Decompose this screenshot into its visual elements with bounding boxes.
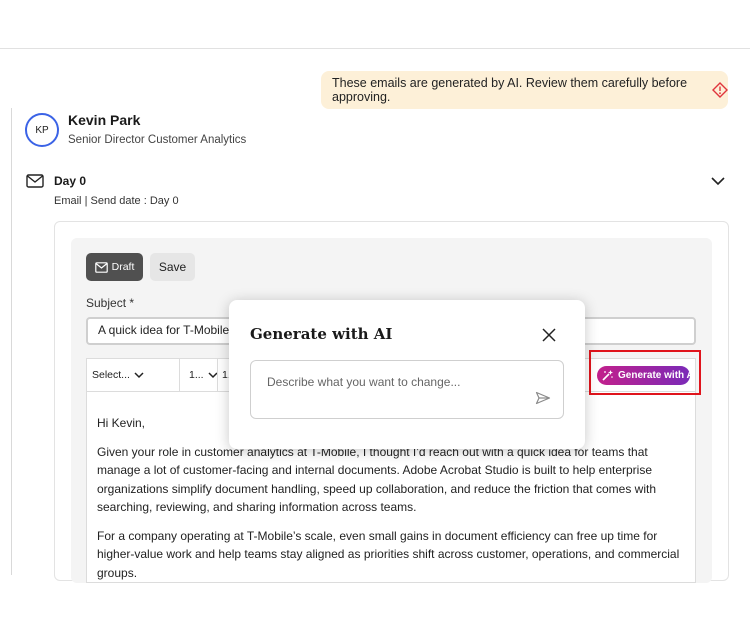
chevron-down-icon[interactable] [710,174,726,188]
font-family-value: 1... [189,369,204,381]
send-icon[interactable] [535,391,551,405]
mail-icon [26,174,44,188]
timeline-rail [11,108,12,575]
generate-with-ai-modal: Generate with AI [229,300,585,449]
step-channel: Email [54,195,82,207]
avatar-initials: KP [35,124,49,136]
required-mark: * [129,296,135,310]
avatar: KP [25,113,59,147]
highlight-box [589,350,701,395]
paragraph-style-value: Select... [92,369,130,381]
save-button[interactable]: Save [150,253,195,281]
modal-title: Generate with AI [250,325,393,343]
font-family-select[interactable]: 1... [189,359,218,391]
draft-label: Draft [111,261,135,273]
draft-status-button[interactable]: Draft [86,253,143,281]
paragraph-style-select[interactable]: Select... [92,359,144,391]
ai-warning-text: These emails are generated by AI. Review… [332,76,688,104]
subject-label: Subject * [86,296,134,310]
ai-warning-banner: These emails are generated by AI. Review… [321,71,728,109]
body-paragraph: Given your role in customer analytics at… [97,444,656,515]
toolbar-divider [217,359,218,391]
top-bar [0,0,750,49]
close-icon[interactable] [541,327,557,343]
step-separator: | [81,195,91,207]
toolbar-divider [179,359,180,391]
step-send-date: Send date : Day 0 [90,195,179,207]
step-title: Day 0 [54,174,87,188]
contact-name: Kevin Park [68,112,141,128]
subject-label-text: Subject [86,296,127,310]
ai-prompt-box [250,360,564,419]
mail-icon [94,261,108,273]
alert-diamond-icon [712,82,728,98]
body-paragraph: For a company operating at T-Mobile’s sc… [97,528,680,580]
step-meta: Email | Send date : Day 0 [54,195,179,207]
contact-title: Senior Director Customer Analytics [68,134,247,146]
ai-prompt-input[interactable] [267,373,527,391]
chevron-down-icon [134,371,144,379]
